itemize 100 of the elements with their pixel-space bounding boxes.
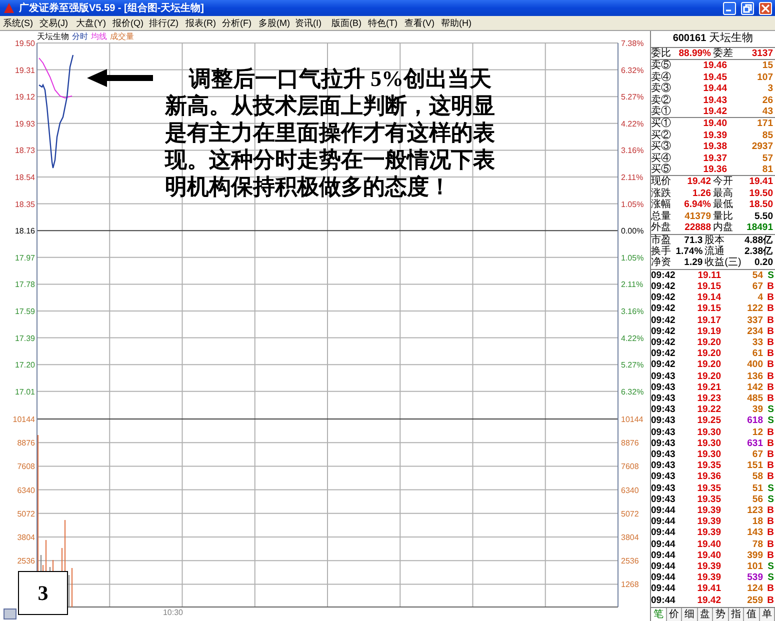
trade-time: 09:44	[651, 583, 676, 595]
menu-item[interactable]: 报价(Q)	[112, 16, 149, 30]
axis-label: 17.01	[14, 387, 35, 396]
trade-time: 09:44	[651, 550, 676, 561]
trade-volume: 33	[751, 336, 763, 348]
quote-label: 市盈	[651, 234, 671, 246]
axis-label: 6.32%	[621, 66, 644, 75]
trade-side: S	[766, 482, 774, 494]
axis-label: 2.11%	[621, 173, 644, 182]
axis-label: 17.97	[14, 253, 35, 262]
menu-item[interactable]: 报表(R)	[186, 16, 222, 30]
trade-time: 09:44	[651, 527, 676, 539]
menu-item[interactable]: 交易(J)	[40, 16, 76, 30]
trade-time: 09:43	[651, 382, 676, 393]
trade-price: 19.39	[696, 561, 721, 572]
restore-button[interactable]	[741, 2, 754, 14]
quote-value: 4.88亿	[744, 234, 773, 246]
axis-label: 4.22%	[621, 119, 644, 128]
view-tab[interactable]: 指	[728, 608, 744, 621]
menu-item[interactable]: 资讯(I)	[295, 16, 332, 30]
trade-price: 19.41	[696, 583, 721, 595]
view-tab[interactable]: 笔	[651, 608, 666, 621]
menu-item[interactable]: 排行(Z)	[149, 16, 186, 30]
minimize-icon	[725, 9, 734, 12]
legend-label: 分时	[72, 32, 88, 41]
close-button[interactable]	[759, 2, 772, 14]
quote-label: 换手	[651, 246, 671, 257]
menu-item[interactable]: 系统(S)	[3, 16, 40, 30]
trade-side: B	[766, 448, 774, 460]
order-level-label: 买②	[651, 130, 672, 141]
stock-name: 天坛生物	[709, 33, 754, 45]
trade-volume: 67	[751, 448, 763, 460]
trade-volume: 123	[746, 504, 763, 516]
trade-side: B	[766, 392, 774, 404]
order-volume: 57	[761, 152, 773, 164]
order-price: 19.40	[702, 118, 727, 130]
axis-label: 6.32%	[621, 387, 644, 396]
trade-price: 19.36	[696, 471, 721, 483]
trade-volume: 136	[746, 370, 763, 382]
trade-price: 19.20	[696, 336, 721, 348]
minimize-button[interactable]	[723, 2, 736, 14]
trade-price: 19.19	[696, 326, 721, 337]
view-tab[interactable]: 细	[682, 608, 698, 621]
axis-label: 8876	[621, 438, 639, 448]
axis-label: 3804	[621, 533, 639, 542]
order-volume: 43	[761, 106, 773, 118]
trade-time: 09:42	[651, 303, 676, 315]
trade-volume: 61	[751, 348, 763, 360]
quote-value: 1.29	[683, 257, 703, 269]
view-tab[interactable]: 势	[713, 608, 728, 621]
order-level-label: 买④	[651, 152, 672, 164]
menu-item[interactable]: 特色(T)	[368, 16, 404, 30]
trade-time: 09:44	[651, 516, 676, 528]
trade-side: B	[766, 504, 774, 516]
quote-value: 88.99%	[678, 48, 711, 60]
menu-item[interactable]: 分析(F)	[222, 16, 258, 30]
trade-side: B	[766, 359, 774, 371]
quote-label: 最低	[713, 199, 733, 210]
axis-label: 19.12	[14, 92, 35, 102]
legend-label: 均线	[91, 32, 107, 41]
quote-value: 1.26	[692, 188, 711, 200]
menu-item[interactable]: 大盘(Y)	[76, 16, 112, 30]
trade-side: B	[766, 292, 774, 304]
toolbar-icon[interactable]	[4, 608, 16, 620]
axis-label: 18.16	[14, 226, 35, 236]
quote-value: 1.74%	[674, 246, 703, 258]
trade-time: 09:42	[651, 270, 676, 281]
trade-time: 09:44	[651, 538, 676, 550]
trade-side: B	[766, 550, 774, 561]
view-tab[interactable]: 值	[744, 608, 760, 621]
menu-item[interactable]: 多股(M)	[258, 16, 295, 30]
trade-time: 09:43	[651, 448, 676, 460]
menu-item[interactable]: 帮助(H)	[441, 16, 478, 30]
quote-label: 外盘	[651, 222, 671, 234]
axis-label: 5.27%	[621, 360, 644, 370]
axis-label: 3.16%	[621, 307, 644, 316]
trade-volume: 618	[746, 415, 763, 427]
quote-value: 18491	[746, 222, 773, 234]
view-tab[interactable]: 盘	[698, 608, 713, 621]
trade-price: 19.21	[696, 382, 721, 393]
axis-label: 18.35	[14, 200, 35, 209]
view-tab[interactable]: 价	[666, 608, 682, 621]
trade-time: 09:43	[651, 415, 676, 427]
menu-item[interactable]: 版面(B)	[332, 16, 368, 30]
trade-volume: 12	[751, 426, 763, 438]
axis-label: 7608	[621, 462, 639, 472]
trade-volume: 485	[746, 392, 763, 404]
legend-label: 成交量	[110, 32, 134, 41]
menu-item[interactable]: 查看(V)	[404, 16, 441, 30]
order-level-label: 卖②	[651, 94, 672, 106]
trade-time: 09:44	[651, 504, 676, 516]
stock-code: 600161	[672, 33, 706, 45]
trade-time: 09:43	[651, 494, 676, 505]
quote-label: 涨幅	[651, 199, 671, 210]
view-tab[interactable]: 单	[760, 608, 775, 621]
trade-price: 19.30	[696, 448, 721, 460]
order-level-label: 卖①	[651, 106, 672, 118]
trade-price: 19.25	[696, 415, 721, 427]
trade-volume: 631	[746, 438, 763, 449]
quote-label: 流通	[704, 246, 726, 257]
